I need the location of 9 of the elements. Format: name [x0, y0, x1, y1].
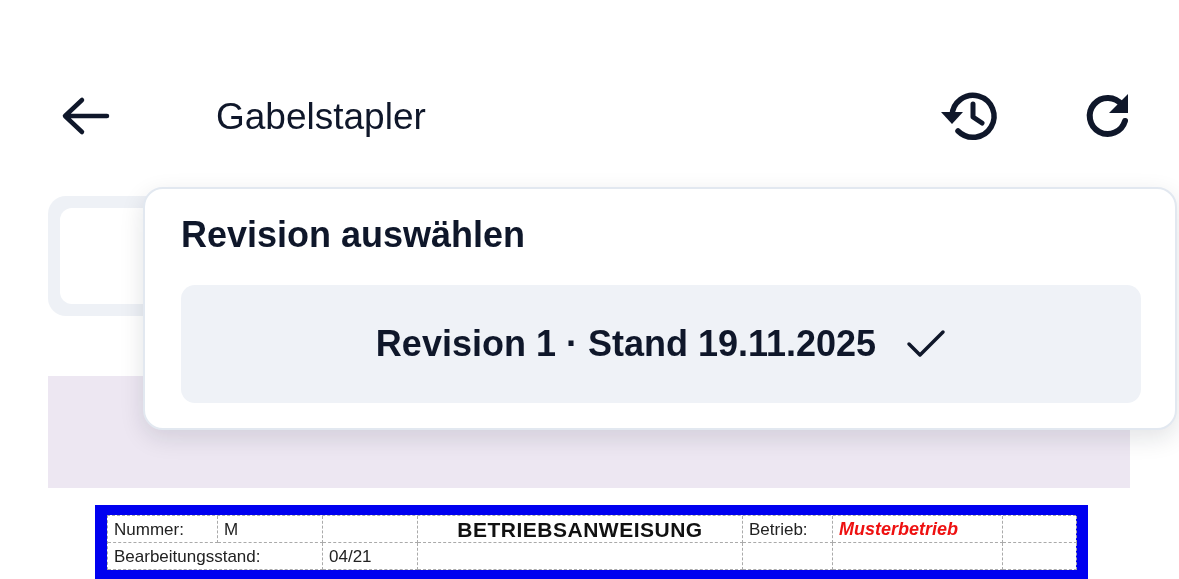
page-title: Gabelstapler — [216, 97, 426, 135]
field-label: Nummer: — [108, 516, 218, 543]
field-value: M — [218, 516, 323, 543]
document-heading: BETRIEBSANWEISUNG — [418, 516, 743, 543]
field-value: 04/21 — [323, 543, 418, 570]
field-value: Musterbetrieb — [833, 516, 1003, 543]
field-label: Bearbeitungsstand: — [108, 543, 323, 570]
field-label: Betrieb: — [743, 516, 833, 543]
popup-title: Revision auswählen — [181, 217, 527, 253]
